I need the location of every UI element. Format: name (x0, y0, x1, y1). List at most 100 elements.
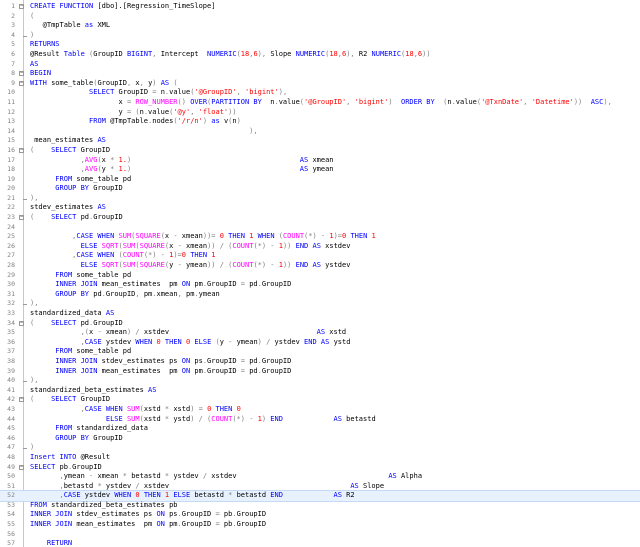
code-text[interactable]: ( SELECT pd.GroupID (30, 319, 123, 329)
code-line[interactable]: 9− WITH some_table(GroupID, x, y) AS ( (0, 79, 640, 89)
code-text[interactable]: RETURNS (30, 40, 60, 50)
code-text[interactable]: @Result Table (GroupID BIGINT, Intercept… (30, 50, 431, 60)
code-line[interactable]: 10 SELECT GroupID = n.value('@GroupID', … (0, 88, 640, 98)
code-text[interactable]: AS (30, 60, 38, 70)
code-line[interactable]: 8− BEGIN (0, 69, 640, 79)
code-text[interactable]: standardized_data AS (30, 309, 114, 319)
code-text[interactable]: ( (30, 12, 34, 22)
code-line[interactable]: 52 ,CASE ystdev WHEN 0 THEN 1 ELSE betas… (0, 490, 640, 502)
code-text[interactable]: ,CASE ystdev WHEN 0 THEN 0 ELSE (y - yme… (30, 338, 351, 348)
code-line[interactable]: 12 y = (n.value('@y', 'float')) (0, 108, 640, 118)
code-line[interactable]: 13 FROM @TmpTable.nodes('/r/n') as v(n) (0, 117, 640, 127)
code-text[interactable]: ,CASE WHEN SUM(SQUARE(x - xmean))= 0 THE… (30, 232, 376, 242)
code-line[interactable]: 21), (0, 194, 640, 204)
code-line[interactable]: 48 Insert INTO @Result (0, 453, 640, 463)
code-line[interactable]: 42−( SELECT GroupID (0, 395, 640, 405)
code-line[interactable]: 40), (0, 376, 640, 386)
code-text[interactable]: ,AVG(y * 1.) AS ymean (30, 165, 334, 175)
code-text[interactable]: FROM standardized_data (30, 424, 148, 434)
code-line[interactable]: 55 INNER JOIN mean_estimates pm ON pm.Gro… (0, 520, 640, 530)
collapse-icon[interactable]: − (19, 71, 24, 77)
collapse-icon[interactable]: − (19, 147, 24, 153)
code-text[interactable]: ,CASE WHEN (COUNT(*) - 1)=0 THEN 1 (30, 251, 215, 261)
code-text[interactable]: stdev_estimates AS (30, 203, 106, 213)
sql-editor[interactable]: 1− CREATE FUNCTION [dbo].[Regression_Time… (0, 0, 640, 547)
code-text[interactable]: SELECT pb.GroupID (30, 463, 102, 473)
code-line[interactable]: 35 ,(x - xmean) / xstdev AS xstd (0, 328, 640, 338)
code-text[interactable]: ), (30, 299, 38, 309)
code-line[interactable]: 31 GROUP BY pd.GroupID, pm.xmean, pm.yme… (0, 290, 640, 300)
code-line[interactable]: 6 @Result Table (GroupID BIGINT, Intercep… (0, 50, 640, 60)
code-text[interactable]: FROM some_table pd (30, 175, 131, 185)
code-text[interactable]: ,(x - xmean) / xstdev AS xstd (30, 328, 347, 338)
code-line[interactable]: 2( (0, 12, 640, 22)
code-line[interactable]: 11 x = ROW_NUMBER() OVER(PARTITION BY n.… (0, 98, 640, 108)
code-line[interactable]: 46 GROUP BY GroupID (0, 434, 640, 444)
code-text[interactable]: mean_estimates AS (30, 136, 106, 146)
collapse-icon[interactable]: − (19, 397, 24, 403)
code-line[interactable]: 51 ,betastd * ystdev / xstdev AS Slope (0, 482, 640, 492)
code-line[interactable]: 30 INNER JOIN mean_estimates pm ON pm.Gr… (0, 280, 640, 290)
code-line[interactable]: 45 FROM standardized_data (0, 424, 640, 434)
code-text[interactable]: INNER JOIN mean_estimates pm ON pm.Group… (30, 367, 291, 377)
code-text[interactable]: x = ROW_NUMBER() OVER(PARTITION BY n.val… (30, 98, 612, 108)
code-text[interactable]: GROUP BY GroupID (30, 434, 122, 444)
code-text[interactable]: FROM some_table pd (30, 271, 131, 281)
code-text[interactable]: SELECT GroupID = n.value('@GroupID', 'bi… (30, 88, 287, 98)
collapse-icon[interactable]: − (19, 464, 24, 470)
code-text[interactable]: FROM some_table pd (30, 347, 131, 357)
code-text[interactable]: GROUP BY GroupID (30, 184, 122, 194)
code-text[interactable]: FROM standardized_beta_estimates pb (30, 501, 178, 511)
code-line[interactable]: 23−( SELECT pd.GroupID (0, 213, 640, 223)
code-line[interactable]: 32), (0, 299, 640, 309)
code-text[interactable]: INNER JOIN stdev_estimates ps ON ps.Grou… (30, 510, 266, 520)
code-line[interactable]: 26 ELSE SQRT(SUM(SQUARE(x - xmean)) / (C… (0, 242, 640, 252)
code-line[interactable]: 5 RETURNS (0, 40, 640, 50)
code-text[interactable]: @TmpTable as XML (30, 21, 110, 31)
code-line[interactable]: 53 FROM standardized_beta_estimates pb (0, 501, 640, 511)
code-text[interactable]: ,betastd * ystdev / xstdev AS Slope (30, 482, 385, 492)
collapse-icon[interactable]: − (19, 4, 24, 9)
collapse-icon[interactable]: − (19, 215, 24, 221)
code-text[interactable]: GROUP BY pd.GroupID, pm.xmean, pm.ymean (30, 290, 219, 300)
code-line[interactable]: 44 ELSE SUM(xstd * ystd) / (COUNT(*) - 1… (0, 415, 640, 425)
code-text[interactable]: ( SELECT GroupID (30, 395, 110, 405)
code-line[interactable]: 36 ,CASE ystdev WHEN 0 THEN 0 ELSE (y - … (0, 338, 640, 348)
code-line[interactable]: 49− SELECT pb.GroupID (0, 463, 640, 473)
code-line[interactable]: 22 stdev_estimates AS (0, 203, 640, 213)
code-text[interactable]: ,ymean - xmean * betastd * ystdev / xstd… (30, 472, 423, 482)
code-text[interactable]: ,CASE ystdev WHEN 0 THEN 1 ELSE betastd … (30, 491, 355, 501)
code-text[interactable]: ( SELECT pd.GroupID (30, 213, 123, 223)
code-text[interactable]: ,CASE WHEN SUM(xstd * xstd) = 0 THEN 0 (30, 405, 241, 415)
code-line[interactable]: 57 RETURN (0, 539, 640, 547)
code-text[interactable]: ELSE SUM(xstd * ystd) / (COUNT(*) - 1) E… (30, 415, 376, 425)
code-text[interactable]: INNER JOIN stdev_estimates ps ON ps.Grou… (30, 357, 291, 367)
code-text[interactable]: INNER JOIN mean_estimates pm ON pm.Group… (30, 280, 291, 290)
code-text[interactable]: ,AVG(x * 1.) AS xmean (30, 156, 334, 166)
code-text[interactable]: CREATE FUNCTION [dbo].[Regression_TimeSl… (30, 2, 215, 12)
code-text[interactable]: Insert INTO @Result (30, 453, 110, 463)
code-text[interactable]: WITH some_table(GroupID, x, y) AS ( (30, 79, 178, 89)
code-line[interactable]: 18 ,AVG(y * 1.) AS ymean (0, 165, 640, 175)
code-text[interactable]: ), (30, 376, 38, 386)
code-line[interactable]: 28 ELSE SQRT(SUM(SQUARE(y - ymean)) / (C… (0, 261, 640, 271)
code-text[interactable]: ) (30, 31, 34, 41)
code-text[interactable]: ) (30, 443, 34, 453)
code-text[interactable]: ( SELECT GroupID (30, 146, 110, 156)
code-line[interactable]: 24 (0, 223, 640, 233)
code-line[interactable]: 16−( SELECT GroupID (0, 146, 640, 156)
code-line[interactable]: 50 ,ymean - xmean * betastd * ystdev / x… (0, 472, 640, 482)
code-line[interactable]: 54 INNER JOIN stdev_estimates ps ON ps.Gr… (0, 510, 640, 520)
code-text[interactable]: ELSE SQRT(SUM(SQUARE(x - xmean)) / (COUN… (30, 242, 351, 252)
code-text[interactable]: INNER JOIN mean_estimates pm ON pm.Group… (30, 520, 266, 530)
collapse-icon[interactable]: − (19, 320, 24, 326)
code-line[interactable]: 7 AS (0, 60, 640, 70)
code-line[interactable]: 47) (0, 443, 640, 453)
code-line[interactable]: 41 standardized_beta_estimates AS (0, 386, 640, 396)
code-text[interactable]: RETURN (30, 539, 72, 547)
code-line[interactable]: 17 ,AVG(x * 1.) AS xmean (0, 156, 640, 166)
code-line[interactable]: 37 FROM some_table pd (0, 347, 640, 357)
code-line[interactable]: 1− CREATE FUNCTION [dbo].[Regression_Time… (0, 2, 640, 12)
code-text[interactable]: FROM @TmpTable.nodes('/r/n') as v(n) (30, 117, 241, 127)
code-line[interactable]: 56 (0, 530, 640, 540)
